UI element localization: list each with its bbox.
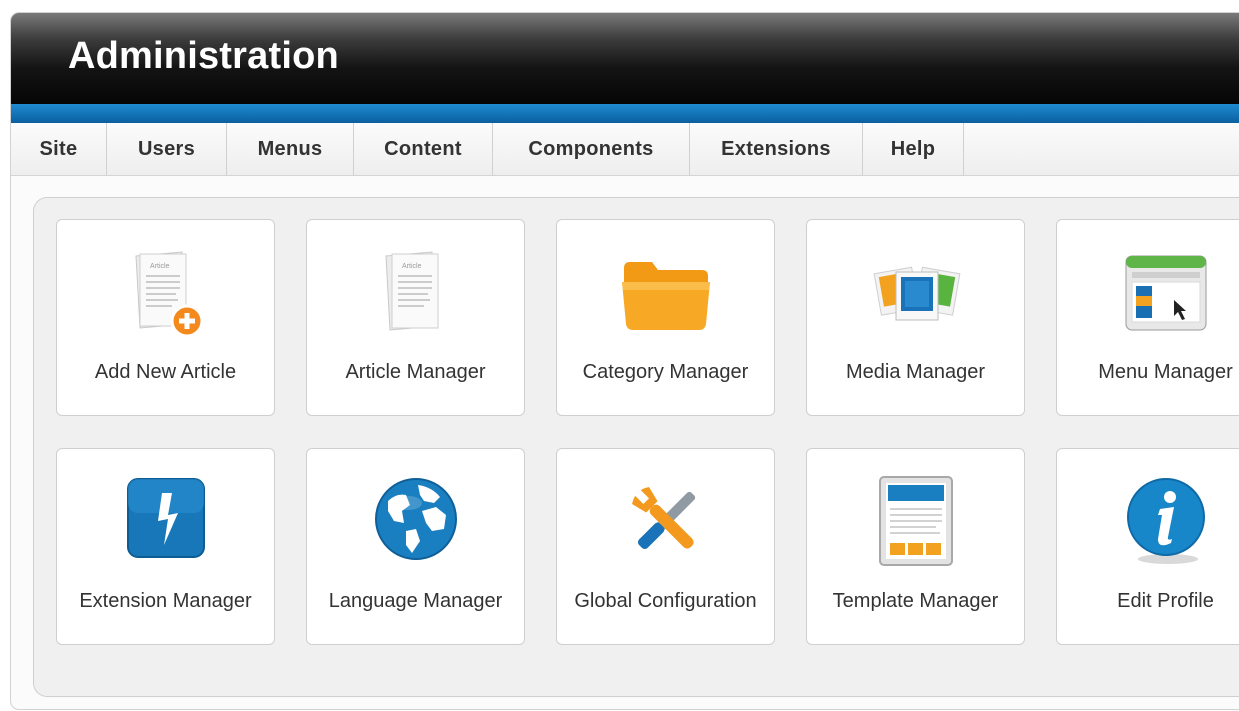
tile-menu-manager[interactable]: Menu Manager — [1056, 219, 1239, 416]
tile-label: Menu Manager — [1098, 361, 1233, 383]
tile-article-manager[interactable]: Article Article Manager — [306, 219, 525, 416]
tile-add-new-article[interactable]: Article Add New Article — [56, 219, 275, 416]
menu-window-icon — [1116, 242, 1216, 342]
tile-label: Template Manager — [832, 590, 999, 612]
page-title: Administration — [68, 35, 339, 77]
tile-label: Edit Profile — [1117, 590, 1214, 612]
article-heading-text: Article — [150, 263, 170, 270]
control-panel: Article Add New Article Article Article … — [33, 197, 1239, 697]
tile-label: Media Manager — [846, 361, 985, 383]
menu-extensions[interactable]: Extensions — [690, 123, 863, 175]
tile-media-manager[interactable]: Media Manager — [806, 219, 1025, 416]
media-icon — [866, 242, 966, 342]
tile-template-manager[interactable]: Template Manager — [806, 448, 1025, 645]
tile-extension-manager[interactable]: Extension Manager — [56, 448, 275, 645]
tile-label: Global Configuration — [574, 590, 757, 612]
menu-site[interactable]: Site — [11, 123, 107, 175]
info-icon — [1116, 471, 1216, 571]
tile-label: Language Manager — [328, 590, 503, 612]
tile-label: Extension Manager — [79, 590, 252, 612]
tools-icon — [616, 471, 716, 571]
menu-components[interactable]: Components — [493, 123, 690, 175]
tile-label: Article Manager — [345, 361, 486, 383]
menu-help[interactable]: Help — [863, 123, 964, 175]
tile-global-configuration[interactable]: Global Configuration — [556, 448, 775, 645]
tile-language-manager[interactable]: Language Manager — [306, 448, 525, 645]
tile-label: Add New Article — [94, 361, 237, 383]
menu-content[interactable]: Content — [354, 123, 493, 175]
main-menu-bar: Site Users Menus Content Components Exte… — [11, 123, 1239, 176]
folder-icon — [616, 242, 716, 342]
tile-edit-profile[interactable]: Edit Profile — [1056, 448, 1239, 645]
article-icon: Article — [366, 242, 466, 342]
article-heading-text: Article — [402, 263, 422, 270]
menu-menus[interactable]: Menus — [227, 123, 354, 175]
menu-users[interactable]: Users — [107, 123, 227, 175]
template-icon — [866, 471, 966, 571]
header-accent-stripe — [11, 104, 1239, 123]
add-article-icon: Article — [116, 242, 216, 342]
admin-window: Administration Site Users Menus Content … — [10, 12, 1239, 710]
lightning-icon — [116, 471, 216, 571]
globe-icon — [366, 471, 466, 571]
header-bar: Administration — [11, 13, 1239, 104]
tile-label: Category Manager — [582, 361, 749, 383]
tile-category-manager[interactable]: Category Manager — [556, 219, 775, 416]
